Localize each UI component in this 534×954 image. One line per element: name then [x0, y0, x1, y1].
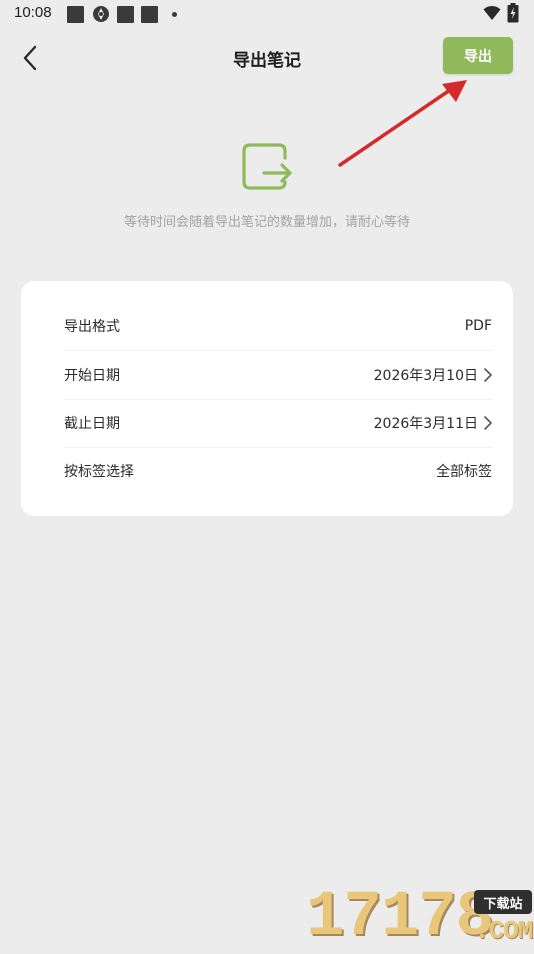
start-date-row[interactable]: 开始日期 2026年3月10日	[64, 351, 492, 400]
tag-select-row[interactable]: 按标签选择 全部标签	[64, 447, 492, 495]
export-format-value: PDF	[464, 318, 492, 334]
export-button[interactable]: 导出	[443, 37, 513, 74]
status-bar: 10:08	[0, 0, 534, 28]
hint-text: 等待时间会随着导出笔记的数量增加，请耐心等待	[123, 215, 410, 230]
notification-square-icon	[67, 6, 84, 23]
watermark-digits: 17178	[306, 882, 494, 954]
top-app-bar: 导出笔记 导出	[0, 28, 534, 86]
watermark-badge: 下载站	[474, 890, 532, 914]
chevron-right-icon	[484, 368, 492, 382]
row-label: 按标签选择	[64, 464, 134, 480]
export-format-row[interactable]: 导出格式 PDF	[64, 302, 492, 351]
wifi-icon	[483, 5, 501, 20]
start-date-value: 2026年3月10日	[373, 368, 478, 384]
end-date-value: 2026年3月11日	[373, 416, 478, 432]
row-label: 导出格式	[64, 319, 120, 335]
settings-card: 导出格式 PDF 开始日期 2026年3月10日 截止日期 2026年3月11日…	[21, 281, 513, 516]
status-time: 10:08	[14, 4, 52, 21]
export-icon	[242, 143, 292, 190]
tag-select-value: 全部标签	[436, 464, 492, 480]
watermark-domain: .COM	[474, 916, 533, 946]
chevron-right-icon	[484, 416, 492, 430]
battery-charging-icon	[507, 3, 519, 23]
dot-icon	[172, 12, 177, 17]
swirl-icon	[93, 6, 109, 22]
end-date-row[interactable]: 截止日期 2026年3月11日	[64, 399, 492, 448]
row-label: 开始日期	[64, 368, 120, 384]
watermark-logo: 17178 下载站 .COM	[306, 886, 534, 950]
notification-square-icon	[117, 6, 134, 23]
row-label: 截止日期	[64, 416, 120, 432]
notification-square-icon	[141, 6, 158, 23]
